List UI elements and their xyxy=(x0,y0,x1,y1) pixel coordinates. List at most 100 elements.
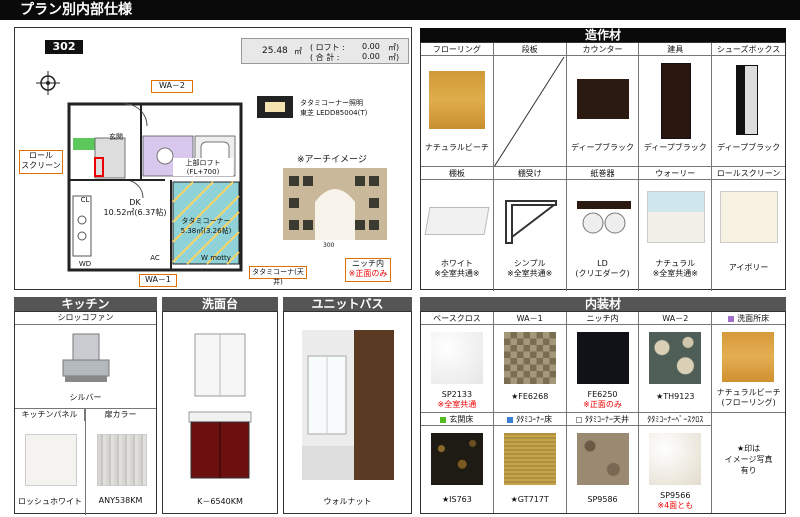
area-box: 25.48 ㎡ ( ロフト : 0.00 ㎡) ( 合 計 : 0.00 ㎡) xyxy=(241,38,409,64)
vanity-image xyxy=(188,333,252,479)
zosaku-counter-caption: ディープブラック xyxy=(571,143,634,152)
zosaku-flooring-label: フローリング xyxy=(421,43,493,56)
naiso-tatami-ceiling-caption: SP9586 xyxy=(587,495,618,504)
kitchen-door-swatch xyxy=(97,434,147,486)
zosaku-bracket-label: 棚受け xyxy=(493,167,566,180)
wa2-swatch xyxy=(649,332,702,384)
zosaku-door-caption: ディープブラック xyxy=(643,143,707,152)
floor-plan-panel: 302 25.48 ㎡ ( ロフト : 0.00 ㎡) ( 合 計 : 0.00… xyxy=(14,27,412,290)
vanity-header: 洗面台 xyxy=(162,297,278,311)
room-genkan-label: 玄関 xyxy=(109,133,123,141)
vanity-caption: K－6540KM xyxy=(197,497,243,506)
naiso-basecloth-caption: SP2133 xyxy=(441,390,473,399)
callout-niche: ニッチ内 ※正面のみ xyxy=(345,258,391,282)
naiso-tatami-ceiling-label: ﾀﾀﾐｺｰﾅｰ天井 xyxy=(566,413,639,426)
hood-label: シロッコファン xyxy=(15,312,156,325)
zosaku-shoebox-label: シューズボックス xyxy=(712,43,785,56)
zosaku-rollscreen-cell: ロールスクリーン アイボリー xyxy=(712,167,785,291)
naiso-niche-note: ※正面のみ xyxy=(583,400,622,409)
zosaku-shelf-caption: ホワイト xyxy=(440,259,473,268)
basecloth-swatch xyxy=(431,332,483,384)
door-color-caption: ANY538KM xyxy=(98,496,143,505)
light-model: 東芝 LEDD85004(T) xyxy=(300,109,368,117)
room-tatami-label: タタミコーナー 5.38㎡(3.26帖) xyxy=(180,217,232,235)
naiso-senmen-note: (フローリング) xyxy=(721,398,776,407)
room-dk-label: DK 10.52㎡(6.37帖) xyxy=(103,198,167,217)
no-item-slash xyxy=(493,57,565,166)
zosaku-header: 造作材 xyxy=(420,28,786,42)
naiso-wa1-cell: WA－1 ★FE6268 xyxy=(493,312,567,413)
senmen-swatch xyxy=(722,332,775,382)
callout-wa2: WA－2 xyxy=(151,80,193,93)
callout-wa1: WA－1 xyxy=(139,274,177,287)
tatami-base-swatch xyxy=(649,433,702,485)
naiso-niche-cell: ニッチ内 FE6250 ※正面のみ xyxy=(566,312,640,413)
compass-icon xyxy=(36,71,60,95)
zosaku-rollscreen-caption: アイボリー xyxy=(728,263,769,272)
naiso-grid: ベースクロス SP2133 ※全室共通 WA－1 ★FE6268 ニッチ内 FE… xyxy=(420,311,786,514)
naiso-niche-label: ニッチ内 xyxy=(566,312,639,325)
naiso-genkan-caption: ★IS763 xyxy=(441,495,472,504)
bath-header: ユニットバス xyxy=(283,297,412,311)
naiso-wa2-label: WA－2 xyxy=(639,312,712,325)
zosaku-shoebox-cell: シューズボックス ディープブラック xyxy=(712,43,785,167)
naiso-header: 内装材 xyxy=(420,297,786,311)
naiso-tatami-ceiling-cell: ﾀﾀﾐｺｰﾅｰ天井 SP9586 xyxy=(566,413,640,513)
arch-dimension: 300 xyxy=(323,242,335,249)
wa1-swatch xyxy=(503,332,556,384)
zosaku-stair-cell: 段板 xyxy=(493,43,567,167)
panel-label: キッチンパネル xyxy=(15,409,85,421)
kitchen-panel: シロッコファン シルバー キッチンパネル 扉カラー ロッシュホワイト ANY53… xyxy=(14,311,157,515)
ceiling-light-icon xyxy=(257,96,293,118)
bath-caption: ウォルナット xyxy=(323,497,372,506)
zosaku-paperholder-caption: LD xyxy=(597,259,608,268)
zosaku-grid: フローリング ナチュラルビーチ 段板 カウンター ディープブラック 建具 ディー… xyxy=(420,42,786,291)
shoebox-swatch xyxy=(736,65,759,135)
room-wd-label: WD xyxy=(78,260,92,268)
rollscreen-swatch xyxy=(720,191,779,243)
callout-tatami-ceiling: タタミコーナ(天井) xyxy=(249,266,307,286)
tatami-ceiling-color-dot xyxy=(575,416,582,423)
arch-title: ※アーチイメージ xyxy=(297,155,367,165)
niche-swatch xyxy=(576,332,629,384)
area-unit: ㎡ xyxy=(294,47,302,56)
zosaku-shelf-note: ※全室共通※ xyxy=(434,269,480,278)
room-number-badge: 302 xyxy=(45,40,83,54)
zosaku-counter-cell: カウンター ディープブラック xyxy=(566,43,640,167)
zosaku-paperholder-cell: 紙巻器 LD (クリエダーク) xyxy=(566,167,640,291)
photo-remark: ★印は イメージ写真 有り xyxy=(724,444,773,475)
paper-holder-icon xyxy=(576,201,631,234)
naiso-senmen-label: 洗面所床 xyxy=(712,312,785,325)
naiso-genkan-label: 玄関床 xyxy=(421,413,493,426)
zosaku-flooring-cell: フローリング ナチュラルビーチ xyxy=(421,43,494,167)
room-tatami-loft-label: 上部ロフト (FL+700) xyxy=(173,158,233,176)
floor-plan-drawing xyxy=(67,102,243,272)
zosaku-counter-label: カウンター xyxy=(566,43,639,56)
shelf-swatch xyxy=(424,207,490,235)
naiso-senmen-caption: ナチュラルビーチ xyxy=(716,388,781,397)
naiso-tatami-base-caption: SP9566 xyxy=(660,491,691,500)
naiso-senmen-cell: 洗面所床 ナチュラルビーチ (フローリング) xyxy=(712,312,785,413)
light-name: タタミコーナー照明 xyxy=(300,99,363,107)
naiso-tatami-floor-caption: ★GT717T xyxy=(510,495,549,504)
naiso-tatami-base-label: ﾀﾀﾐｺｰﾅｰﾍﾞｰｽｸﾛｽ xyxy=(639,413,712,426)
loft-value: 0.00 xyxy=(362,42,380,51)
naiso-tatami-floor-label: ﾀﾀﾐｺｰﾅｰ床 xyxy=(493,413,566,426)
naiso-tatami-base-cell: ﾀﾀﾐｺｰﾅｰﾍﾞｰｽｸﾛｽ SP9566 ※4面とも xyxy=(639,413,713,513)
unit-bath-image xyxy=(302,330,394,480)
genkan-swatch xyxy=(431,433,483,485)
naiso-genkan-cell: 玄関床 ★IS763 xyxy=(421,413,494,513)
naiso-wa1-label: WA－1 xyxy=(493,312,566,325)
callout-roll-screen: ロール スクリーン xyxy=(19,150,63,174)
total-unit: ㎡) xyxy=(388,53,400,62)
naiso-remark-cell: ★印は イメージ写真 有り xyxy=(712,413,785,513)
wally-swatch xyxy=(647,191,706,243)
zosaku-wally-note: ※全室共通※ xyxy=(652,269,698,278)
naiso-basecloth-note: ※全室共通 xyxy=(437,400,477,409)
naiso-tatami-floor-cell: ﾀﾀﾐｺｰﾅｰ床 ★GT717T xyxy=(493,413,567,513)
zosaku-shoebox-caption: ディープブラック xyxy=(717,143,781,152)
zosaku-paperholder-note: (クリエダーク) xyxy=(575,269,630,278)
naiso-wa2-cell: WA－2 ★TH9123 xyxy=(639,312,713,413)
zosaku-rollscreen-label: ロールスクリーン xyxy=(712,167,785,180)
room-ac-label: AC xyxy=(150,254,160,262)
